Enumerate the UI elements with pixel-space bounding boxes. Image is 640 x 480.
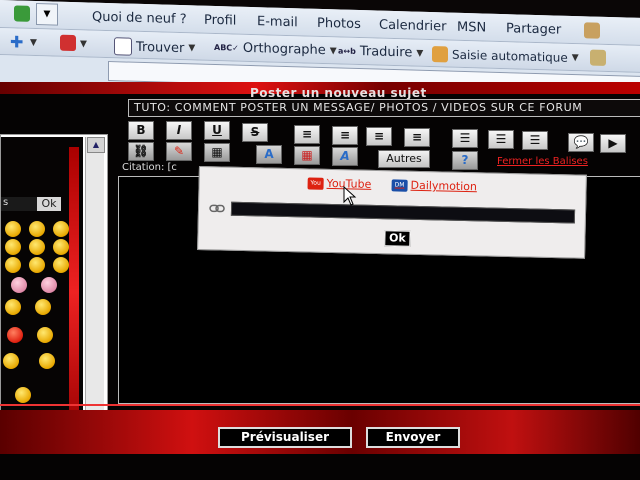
smiley-icon[interactable]: [5, 257, 21, 273]
autofill-icon: [432, 46, 448, 63]
chevron-down-icon: ▼: [188, 43, 196, 54]
smiley-category-select[interactable]: s: [1, 197, 37, 211]
chevron-down-icon[interactable]: ▼: [30, 38, 37, 48]
search-app-icon[interactable]: [14, 5, 30, 22]
tool-orthographe[interactable]: ABC✓ Orthographe ▼: [214, 40, 337, 58]
forum-post-page: Poster un nouveau sujet s Ok ▲ TUTO: COM…: [0, 82, 640, 480]
menu-photos[interactable]: Photos: [317, 16, 361, 32]
chevron-down-icon[interactable]: ▼: [80, 39, 87, 49]
dialog-ok-button[interactable]: Ok: [384, 230, 411, 247]
smiley-icon[interactable]: [41, 277, 57, 293]
smiley-panel: s Ok ▲ ▼: [0, 134, 108, 448]
align-left-button[interactable]: ≡: [294, 125, 320, 144]
chevron-down-icon: ▼: [416, 48, 424, 59]
bold-button[interactable]: B: [128, 121, 154, 140]
menu-email[interactable]: E-mail: [257, 14, 298, 30]
image-icon[interactable]: ✎: [166, 142, 192, 161]
dropdown-arrow-icon[interactable]: ▼: [36, 3, 58, 26]
font-icon[interactable]: A: [332, 147, 358, 166]
divider: [0, 404, 640, 406]
smiley-scrollbar[interactable]: ▲ ▼: [85, 137, 105, 437]
page-title: Poster un nouveau sujet: [250, 86, 427, 100]
magnifier-icon: [114, 37, 132, 56]
smiley-icon[interactable]: [39, 353, 55, 369]
smiley-icon[interactable]: [5, 221, 21, 237]
share-icon[interactable]: [584, 22, 600, 39]
menu-msn[interactable]: MSN: [457, 20, 486, 36]
smiley-grid: s Ok: [1, 137, 83, 437]
preview-button[interactable]: Prévisualiser: [218, 427, 352, 448]
menu-partager[interactable]: Partager: [506, 21, 561, 38]
align-right-button[interactable]: ≡: [366, 127, 392, 146]
insert-video-dialog: You YouTube DM Dailymotion Ok: [197, 166, 587, 259]
youtube-link[interactable]: You YouTube: [307, 176, 372, 191]
video-url-input[interactable]: [230, 201, 576, 224]
smiley-icon[interactable]: [53, 257, 69, 273]
add-icon[interactable]: ✚: [10, 32, 23, 51]
link-icon[interactable]: ⛓: [128, 142, 154, 161]
smiley-icon[interactable]: [5, 239, 21, 255]
tool-saisie-automatique[interactable]: Saisie automatique ▼: [432, 46, 579, 66]
smiley-icon[interactable]: [29, 239, 45, 255]
italic-button[interactable]: I: [166, 121, 192, 140]
smiley-icon[interactable]: [53, 221, 69, 237]
mouse-cursor-icon: [343, 186, 357, 206]
smiley-icon[interactable]: [15, 387, 31, 403]
tool-trouver[interactable]: Trouver ▼: [114, 37, 195, 57]
smiley-icon[interactable]: [3, 353, 19, 369]
dailymotion-link[interactable]: DM Dailymotion: [391, 178, 477, 193]
smiley-icon[interactable]: [37, 327, 53, 343]
smiley-ok-button[interactable]: Ok: [37, 197, 61, 211]
quote-icon[interactable]: 💬: [568, 133, 594, 152]
font-size-icon[interactable]: A: [256, 145, 282, 164]
youtube-icon: You: [307, 176, 324, 190]
video-icon[interactable]: ▦: [204, 143, 230, 162]
fermer-balises-link[interactable]: Fermer les Balises: [497, 156, 588, 167]
align-center-button[interactable]: ≡: [332, 126, 358, 145]
translate-icon: a↔b: [338, 46, 356, 56]
color-icon[interactable]: ▦: [294, 146, 320, 165]
help-icon[interactable]: ?: [452, 151, 478, 170]
smiley-icon[interactable]: [53, 239, 69, 255]
scroll-up-icon[interactable]: ▲: [87, 137, 105, 153]
autres-button[interactable]: Autres: [378, 150, 430, 168]
numbered-list-button[interactable]: ☰: [488, 130, 514, 149]
security-icon[interactable]: [60, 34, 76, 52]
code-icon[interactable]: ▶: [600, 134, 626, 153]
list-button[interactable]: ☰: [452, 129, 478, 148]
dailymotion-icon: DM: [391, 178, 408, 192]
menu-calendrier[interactable]: Calendrier: [379, 18, 446, 35]
smiley-icon[interactable]: [35, 299, 51, 315]
smiley-icon[interactable]: [11, 277, 27, 293]
subject-input[interactable]: TUTO: COMMENT POSTER UN MESSAGE/ PHOTOS …: [128, 99, 640, 117]
underline-button[interactable]: U: [204, 121, 230, 140]
justify-button[interactable]: ≡: [404, 128, 430, 147]
indent-button[interactable]: ☰: [522, 131, 548, 150]
menu-profil[interactable]: Profil: [204, 13, 236, 29]
chevron-down-icon: ▼: [571, 52, 579, 64]
citation-label: Citation: [c: [122, 162, 177, 173]
tool-traduire[interactable]: a↔b Traduire ▼: [338, 43, 423, 60]
link-icon: [209, 204, 225, 213]
chevron-down-icon: ▼: [329, 45, 337, 56]
smiley-icon[interactable]: [7, 327, 23, 343]
strike-button[interactable]: S: [242, 123, 268, 142]
smiley-icon[interactable]: [29, 221, 45, 237]
send-button[interactable]: Envoyer: [366, 427, 460, 448]
spellcheck-icon: ABC✓: [214, 42, 239, 53]
panel-divider: [69, 147, 79, 437]
smiley-icon[interactable]: [5, 299, 21, 315]
extra-tool-icon[interactable]: [590, 49, 606, 66]
menu-quoi-de-neuf[interactable]: Quoi de neuf ?: [92, 10, 187, 28]
smiley-icon[interactable]: [29, 257, 45, 273]
